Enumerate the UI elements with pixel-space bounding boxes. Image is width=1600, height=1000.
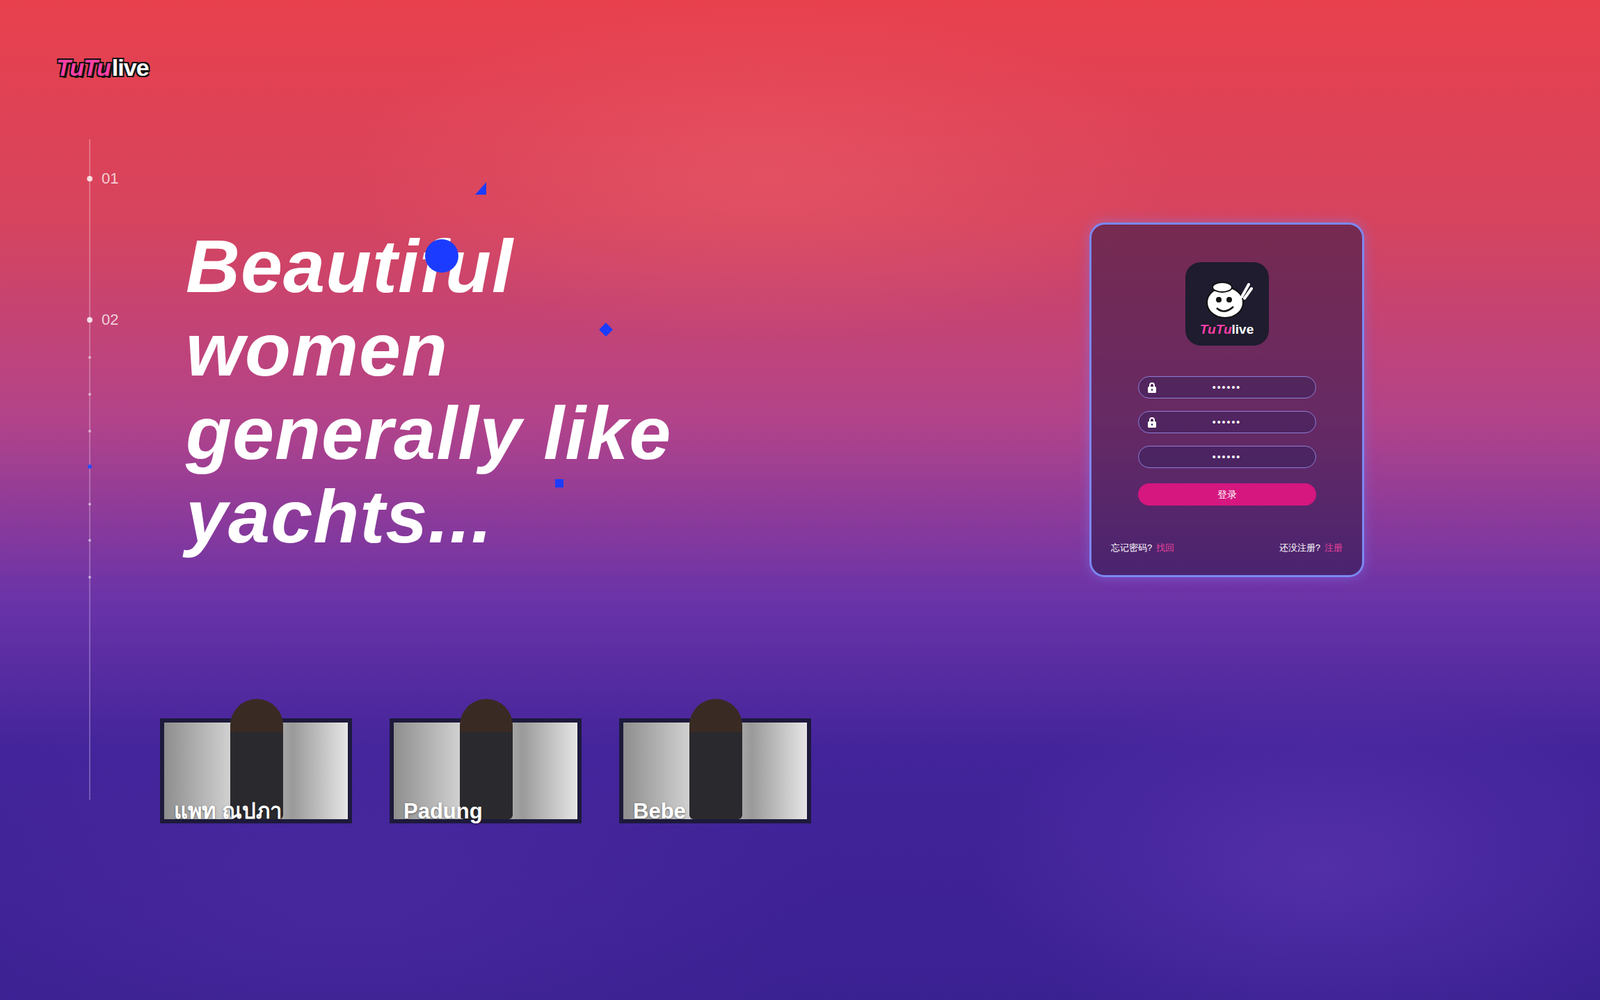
featured-card[interactable]: แพท ณปภา (160, 718, 352, 824)
headline-line: women (185, 308, 1090, 392)
landing-page: TuTulive0102Beautifulwomengenerally like… (0, 0, 1600, 1000)
headline-line: Beautiful (185, 224, 1090, 309)
triangle-decoration (475, 182, 487, 195)
login-fields: •••••• •••••• •••••• (1138, 376, 1317, 469)
app-brand: TuTu (1200, 322, 1232, 337)
rail-dot (88, 576, 92, 579)
featured-name[interactable]: Bebe (633, 798, 686, 826)
logo[interactable]: TuTulive (56, 54, 149, 82)
mascot-icon (1201, 278, 1253, 323)
register-link[interactable]: 注册 (1324, 542, 1343, 554)
featured-card[interactable]: Bebe (619, 718, 812, 824)
header: TuTulive (0, 0, 1600, 85)
app-icon-name: TuTulive (1200, 322, 1254, 338)
rail-dot (88, 502, 92, 506)
app-icon: TuTulive (1185, 262, 1269, 346)
headline-line: generally like (185, 391, 1090, 476)
square-decoration (555, 479, 564, 488)
featured-photo (689, 699, 743, 820)
rail-dot (88, 429, 92, 433)
lock-icon (1147, 417, 1157, 428)
lock-icon (1147, 382, 1157, 394)
featured-name[interactable]: แพท ณปภา (173, 798, 282, 826)
logo-brand: TuTu (56, 54, 111, 82)
rail-indicator (87, 464, 92, 469)
slide-marker[interactable]: 01 (101, 169, 119, 188)
logo-suffix: live (112, 54, 149, 82)
rail-dot (88, 393, 92, 396)
rail-dot[interactable] (86, 176, 93, 182)
password-field[interactable]: •••••• (1138, 445, 1317, 469)
field-value: •••••• (1212, 450, 1242, 464)
circle-decoration (425, 239, 459, 273)
field-value: •••••• (1212, 416, 1242, 429)
headline: Beautifulwomengenerally likeyachts... (185, 224, 1090, 559)
password-field[interactable]: •••••• (1138, 376, 1317, 399)
login-footer: 忘记密码? 找回 还没注册?注册 (1091, 541, 1363, 555)
password-field[interactable]: •••••• (1138, 411, 1317, 434)
slide-rail: 0102 (89, 139, 91, 800)
headline-line: yachts... (185, 475, 1090, 559)
rail-dot (88, 356, 92, 359)
rail-dot[interactable] (86, 317, 93, 323)
diamond-decoration (598, 322, 613, 337)
slide-marker[interactable]: 02 (101, 310, 119, 330)
featured-name[interactable]: Padung (403, 798, 483, 826)
hero: Beautifulwomengenerally likeyachts...แพท… (185, 222, 1090, 824)
forgot-link[interactable]: 找回 (1156, 542, 1175, 554)
register-prompt: 还没注册? (1279, 542, 1321, 554)
forgot-prompt: 忘记密码? (1110, 542, 1152, 554)
main: Beautifulwomengenerally likeyachts... แพท… (0, 84, 1600, 824)
field-value: •••••• (1212, 381, 1242, 394)
login-panel: TuTulive •••••• •••••• •••••• 登录忘记密码? 找回 还没注册?… (1089, 222, 1365, 578)
featured-list: แพท ณปภา Padung Bebe (160, 718, 1090, 824)
featured-card[interactable]: Padung (389, 718, 582, 824)
register: 还没注册?注册 (1279, 541, 1343, 555)
rail-dot (88, 539, 92, 542)
login-button[interactable]: 登录 (1138, 483, 1317, 506)
app-suffix: live (1232, 322, 1255, 337)
forgot-password: 忘记密码? 找回 (1110, 541, 1175, 555)
